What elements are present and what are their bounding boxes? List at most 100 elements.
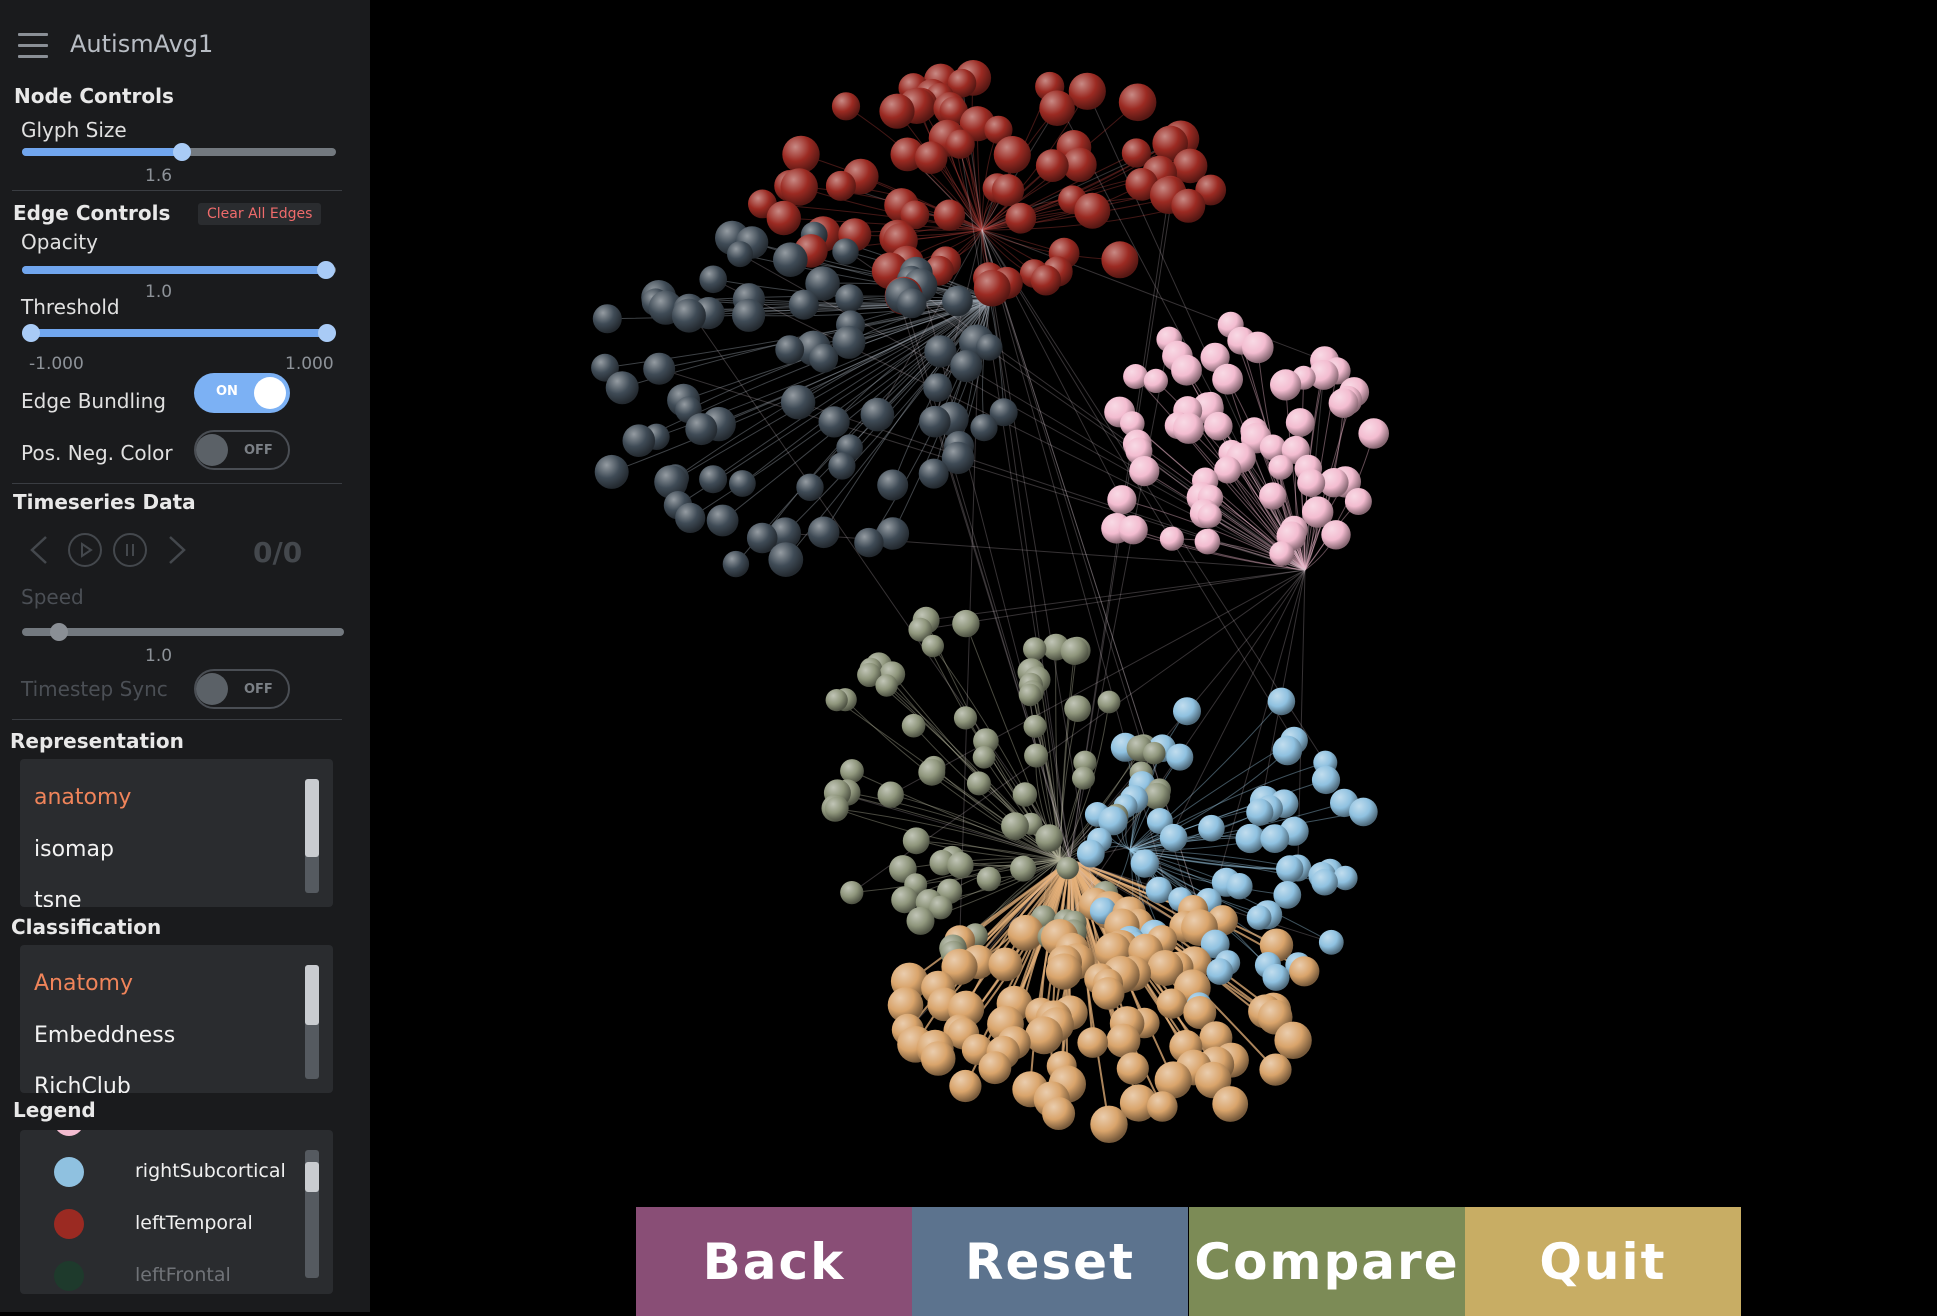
- brain-region-node[interactable]: [706, 504, 739, 537]
- brain-region-node[interactable]: [1173, 412, 1204, 444]
- brain-region-node[interactable]: [918, 758, 946, 786]
- brain-region-node[interactable]: [1147, 1091, 1178, 1122]
- brain-region-node[interactable]: [902, 827, 930, 855]
- brain-region-node[interactable]: [1197, 503, 1222, 528]
- brain-region-node[interactable]: [671, 298, 706, 333]
- brain-region-node[interactable]: [1246, 905, 1272, 930]
- brain-region-node[interactable]: [1030, 265, 1062, 296]
- threshold-slider[interactable]: [22, 324, 336, 342]
- brain-region-node[interactable]: [818, 406, 850, 438]
- brain-region-node[interactable]: [1107, 485, 1137, 515]
- threshold-low-handle[interactable]: [22, 324, 40, 342]
- brain-region-node[interactable]: [1018, 683, 1042, 707]
- opacity-slider-handle[interactable]: [317, 261, 335, 279]
- brain-region-node[interactable]: [592, 304, 622, 334]
- brain-region-node[interactable]: [1344, 488, 1372, 515]
- brain-region-node[interactable]: [933, 199, 966, 231]
- brain-region-node[interactable]: [780, 385, 816, 420]
- classification-item[interactable]: Anatomy: [34, 971, 133, 996]
- brain-region-node[interactable]: [1072, 766, 1095, 790]
- brain-region-node[interactable]: [1159, 526, 1184, 551]
- brain-region-node[interactable]: [775, 335, 805, 364]
- brain-region-node[interactable]: [766, 200, 801, 236]
- brain-region-node[interactable]: [877, 781, 904, 808]
- classification-item[interactable]: RichClub: [34, 1074, 131, 1093]
- brain-region-node[interactable]: [1259, 482, 1287, 510]
- brain-region-node[interactable]: [1116, 1052, 1149, 1085]
- brain-region-node[interactable]: [1023, 637, 1047, 661]
- classification-list[interactable]: Anatomy Embeddness RichClub: [20, 945, 333, 1093]
- brain-region-node[interactable]: [914, 141, 948, 174]
- brain-region-node[interactable]: [993, 136, 1031, 174]
- brain-region-node[interactable]: [699, 465, 728, 494]
- brain-region-node[interactable]: [1194, 528, 1221, 555]
- brain-region-node[interactable]: [1260, 824, 1290, 853]
- brain-region-node[interactable]: [950, 350, 983, 383]
- brain-region-node[interactable]: [860, 397, 895, 432]
- brain-region-node[interactable]: [1024, 743, 1049, 768]
- brain-region-node[interactable]: [699, 265, 727, 294]
- brain-region-node[interactable]: [809, 343, 839, 373]
- brain-region-node[interactable]: [945, 129, 975, 159]
- brain-region-node[interactable]: [1001, 812, 1029, 840]
- brain-region-node[interactable]: [1045, 953, 1083, 990]
- representation-item[interactable]: anatomy: [34, 785, 131, 810]
- brain-region-node[interactable]: [1077, 1027, 1108, 1058]
- brain-region-node[interactable]: [727, 241, 753, 268]
- edge-bundling-toggle[interactable]: ON: [194, 373, 290, 413]
- brain-region-node[interactable]: [918, 458, 949, 489]
- brain-region-node[interactable]: [1156, 988, 1187, 1019]
- brain-region-node[interactable]: [685, 413, 718, 446]
- pause-icon[interactable]: [113, 533, 147, 567]
- brain-region-node[interactable]: [1289, 956, 1320, 987]
- brain-region-node[interactable]: [732, 298, 766, 332]
- brain-region-node[interactable]: [807, 516, 840, 549]
- representation-list[interactable]: anatomy isomap tsne: [20, 759, 333, 907]
- brain-region-node[interactable]: [828, 452, 856, 480]
- brain-region-node[interactable]: [1012, 782, 1038, 807]
- brain-region-node[interactable]: [1091, 977, 1125, 1010]
- brain-region-node[interactable]: [1035, 149, 1069, 183]
- brain-region-node[interactable]: [1212, 1086, 1249, 1122]
- speed-slider-handle[interactable]: [50, 623, 68, 641]
- brain-region-node[interactable]: [773, 242, 808, 277]
- brain-region-node[interactable]: [1039, 90, 1075, 126]
- brain-region-node[interactable]: [594, 454, 629, 489]
- brain-region-node[interactable]: [1042, 1097, 1076, 1130]
- brain-region-node[interactable]: [1118, 515, 1148, 545]
- threshold-high-handle[interactable]: [318, 324, 336, 342]
- brain-region-node[interactable]: [831, 92, 861, 121]
- brain-region-node[interactable]: [988, 947, 1023, 982]
- brain-region-node[interactable]: [824, 796, 849, 821]
- brain-region-node[interactable]: [643, 352, 676, 385]
- brain-region-node[interactable]: [942, 285, 973, 317]
- brain-region-node[interactable]: [1143, 741, 1166, 765]
- play-icon[interactable]: [68, 533, 102, 567]
- legend-list[interactable]: rightSubcortical leftTemporal leftFronta…: [20, 1130, 333, 1294]
- brain-region-node[interactable]: [835, 284, 864, 313]
- brain-region-node[interactable]: [1198, 814, 1225, 842]
- brain-region-node[interactable]: [966, 771, 991, 796]
- brain-region-node[interactable]: [1064, 695, 1091, 722]
- quit-button[interactable]: Quit: [1465, 1207, 1741, 1316]
- brain-region-node[interactable]: [780, 168, 818, 206]
- brain-region-node[interactable]: [1010, 855, 1037, 882]
- brain-region-node[interactable]: [896, 288, 927, 319]
- brain-region-node[interactable]: [1171, 188, 1206, 223]
- brain-region-node[interactable]: [1235, 823, 1265, 854]
- brain-region-node[interactable]: [875, 674, 898, 697]
- brain-region-node[interactable]: [1358, 418, 1389, 449]
- brain-region-node[interactable]: [729, 470, 756, 497]
- brain-region-node[interactable]: [1118, 83, 1157, 122]
- brain-region-node[interactable]: [978, 1051, 1012, 1085]
- brain-region-node[interactable]: [782, 135, 820, 174]
- brain-region-node[interactable]: [1267, 687, 1296, 716]
- brain-region-node[interactable]: [973, 269, 1011, 307]
- reset-button[interactable]: Reset: [912, 1207, 1188, 1316]
- representation-item[interactable]: tsne: [34, 888, 82, 907]
- brain-region-node[interactable]: [879, 93, 915, 129]
- brain-region-node[interactable]: [1005, 202, 1037, 234]
- brain-region-node[interactable]: [854, 527, 884, 558]
- brain-region-node[interactable]: [832, 238, 859, 265]
- brain-region-node[interactable]: [919, 405, 951, 438]
